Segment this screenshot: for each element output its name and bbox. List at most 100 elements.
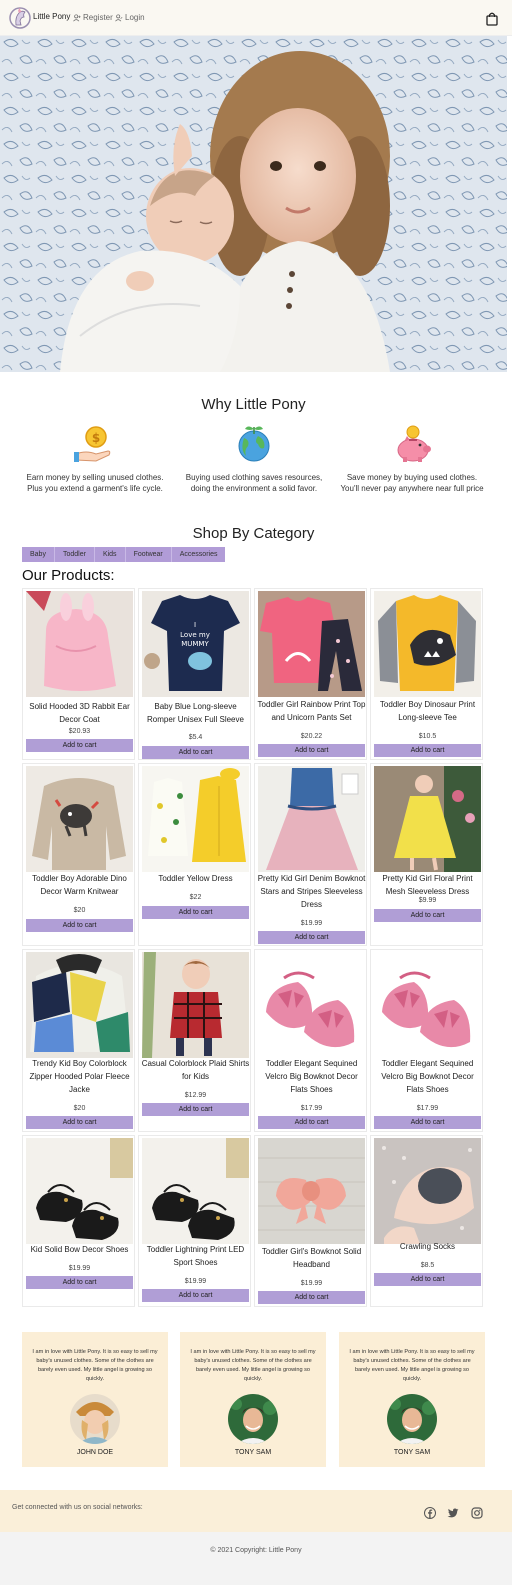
product-card[interactable]: Pretty Kid Girl Floral Print Mesh Sleeve… [370, 763, 483, 946]
product-price: $19.99 [300, 920, 323, 927]
product-price: $8.5 [420, 1262, 435, 1269]
user-plus-icon [73, 13, 81, 21]
product-card[interactable]: Toddler Boy Adorable Dino Decor Warm Kni… [22, 763, 135, 946]
product-card[interactable]: Crawling Socks $8.5 Add to cart [370, 1135, 483, 1307]
add-to-cart-button[interactable]: Add to cart [258, 1291, 365, 1304]
product-image[interactable] [258, 952, 365, 1058]
product-name: Casual Colorblock Plaid Shirts for Kids [141, 1059, 250, 1081]
add-to-cart-button[interactable]: Add to cart [374, 1273, 481, 1286]
pony-logo-icon[interactable] [8, 5, 32, 31]
product-card[interactable]: Casual Colorblock Plaid Shirts for Kids … [138, 949, 251, 1132]
login-label: Login [125, 13, 145, 22]
product-card[interactable]: Toddler Boy Dinosaur Print Long-sleeve T… [370, 588, 483, 760]
product-image[interactable]: I Love my MUMMY [142, 591, 249, 697]
navbar: Little Pony Register Login [0, 0, 512, 36]
login-link[interactable]: Login [115, 13, 145, 22]
product-image[interactable] [374, 591, 481, 697]
product-price: $9.99 [418, 897, 437, 904]
category-tab-baby[interactable]: Baby [22, 547, 55, 562]
testimonial-card: I am in love with Little Pony. It is so … [180, 1332, 326, 1467]
product-card[interactable]: Toddler Elegant Sequined Velcro Big Bowk… [254, 949, 367, 1132]
add-to-cart-button[interactable]: Add to cart [258, 1116, 365, 1129]
product-card[interactable]: Kid Solid Bow Decor Shoes $19.99 Add to … [22, 1135, 135, 1307]
add-to-cart-button[interactable]: Add to cart [374, 909, 481, 922]
product-price: $20 [73, 1105, 86, 1112]
product-price: $17.99 [416, 1105, 439, 1112]
product-image[interactable] [258, 766, 365, 872]
add-to-cart-button[interactable]: Add to cart [374, 744, 481, 757]
product-image[interactable] [142, 766, 249, 872]
add-to-cart-button[interactable]: Add to cart [142, 906, 249, 919]
avatar [228, 1394, 278, 1444]
category-tab-toddler[interactable]: Toddler [55, 547, 95, 562]
add-to-cart-button[interactable]: Add to cart [258, 744, 365, 757]
product-image[interactable] [142, 1138, 249, 1244]
svg-text:$: $ [92, 431, 100, 445]
product-price: $22 [189, 894, 202, 901]
product-image[interactable] [374, 766, 481, 872]
testimonial-name: TONY SAM [234, 1449, 272, 1456]
feature-text-save: Save money by buying used clothes. You'l… [340, 473, 484, 493]
product-price: $20.93 [68, 728, 91, 735]
product-card[interactable]: Toddler Yellow Dress $22 Add to cart [138, 763, 251, 946]
product-card[interactable]: Pretty Kid Girl Denim Bowknot Stars and … [254, 763, 367, 946]
product-price: $20 [73, 907, 86, 914]
testimonial-quote: I am in love with Little Pony. It is so … [32, 1349, 158, 1382]
why-title: Why Little Pony [201, 396, 306, 413]
twitter-icon[interactable] [447, 1507, 459, 1519]
add-to-cart-button[interactable]: Add to cart [142, 746, 249, 759]
product-card[interactable]: Toddler Lightning Print LED Sport Shoes … [138, 1135, 251, 1307]
product-image[interactable] [374, 1138, 481, 1244]
product-card[interactable]: Solid Hooded 3D Rabbit Ear Decor Coat $2… [22, 588, 135, 760]
testimonial-name: TONY SAM [393, 1449, 431, 1456]
product-image[interactable] [26, 1138, 133, 1244]
product-card[interactable]: Toddler Girl Rainbow Print Top and Unico… [254, 588, 367, 760]
product-price: $5.4 [188, 734, 203, 741]
add-to-cart-button[interactable]: Add to cart [26, 1116, 133, 1129]
product-card[interactable]: Toddler Girl's Bowknot Solid Headband $1… [254, 1135, 367, 1307]
shopping-bag-icon[interactable] [486, 12, 498, 26]
add-to-cart-button[interactable]: Add to cart [26, 739, 133, 752]
earth-plant-icon [238, 426, 270, 462]
instagram-icon[interactable] [471, 1507, 483, 1519]
product-price: $10.5 [418, 733, 437, 740]
product-card[interactable]: Toddler Elegant Sequined Velcro Big Bowk… [370, 949, 483, 1132]
add-to-cart-button[interactable]: Add to cart [142, 1103, 249, 1116]
add-to-cart-button[interactable]: Add to cart [374, 1116, 481, 1129]
category-tab-kids[interactable]: Kids [95, 547, 126, 562]
product-name: Toddler Yellow Dress [158, 874, 233, 883]
facebook-icon[interactable] [424, 1507, 436, 1519]
add-to-cart-button[interactable]: Add to cart [26, 1276, 133, 1289]
products-title: Our Products: [22, 567, 115, 584]
avatar [70, 1394, 120, 1444]
product-price: $12.99 [184, 1092, 207, 1099]
product-card[interactable]: Trendy Kid Boy Colorblock Zipper Hooded … [22, 949, 135, 1132]
svg-text:I: I [194, 621, 196, 629]
product-image[interactable] [142, 952, 249, 1058]
svg-text:MUMMY: MUMMY [181, 640, 209, 648]
product-name: Toddler Girl Rainbow Print Top and Unico… [257, 700, 366, 722]
brand-name[interactable]: Little Pony [33, 12, 70, 21]
add-to-cart-button[interactable]: Add to cart [258, 931, 365, 944]
category-tab-footwear[interactable]: Footwear [126, 547, 172, 562]
product-name: Toddler Elegant Sequined Velcro Big Bowk… [265, 1059, 358, 1094]
testimonial-card: I am in love with Little Pony. It is so … [22, 1332, 168, 1467]
hero-image [0, 36, 507, 372]
product-image[interactable] [258, 1138, 365, 1244]
product-name: Pretty Kid Girl Denim Bowknot Stars and … [257, 874, 366, 909]
register-link[interactable]: Register [73, 13, 113, 22]
product-image[interactable] [26, 766, 133, 872]
product-image[interactable] [26, 952, 133, 1058]
category-tab-accessories[interactable]: Accessories [172, 547, 226, 562]
product-price: $19.99 [300, 1280, 323, 1287]
product-image[interactable] [258, 591, 365, 697]
product-name: Toddler Boy Adorable Dino Decor Warm Kni… [32, 874, 127, 896]
add-to-cart-button[interactable]: Add to cart [26, 919, 133, 932]
product-name: Trendy Kid Boy Colorblock Zipper Hooded … [29, 1059, 130, 1094]
product-card[interactable]: I Love my MUMMY Baby Blue Long-sleeve Romp… [138, 588, 251, 760]
add-to-cart-button[interactable]: Add to cart [142, 1289, 249, 1302]
testimonial-card: I am in love with Little Pony. It is so … [339, 1332, 485, 1467]
product-name: Pretty Kid Girl Floral Print Mesh Sleeve… [382, 874, 473, 896]
product-image[interactable] [374, 952, 481, 1058]
product-image[interactable] [26, 591, 133, 697]
